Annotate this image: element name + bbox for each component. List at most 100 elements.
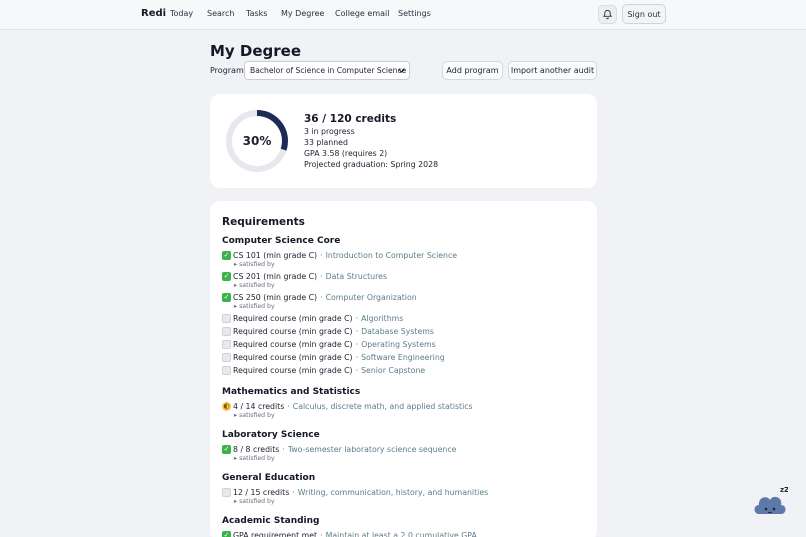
empty-checkbox-icon <box>222 366 231 375</box>
gpa-status: GPA 3.58 (requires 2) <box>304 149 388 158</box>
bell-icon <box>602 9 613 20</box>
requirement-row: ◐ 4 / 14 credits · Calculus, discrete math,… <box>222 402 473 411</box>
requirement-group-title: Computer Science Core <box>222 236 341 246</box>
requirement-code: Required course (min grade C) <box>233 340 353 349</box>
requirement-row: Required course (min grade C) · Operating … <box>222 340 436 349</box>
requirement-description: Senior Capstone <box>361 366 426 375</box>
requirement-code: CS 250 (min grade C) <box>233 293 318 302</box>
separator: · <box>355 366 359 375</box>
program-select[interactable]: Bachelor of Science in Computer Science <box>244 61 410 80</box>
page-title: My Degree <box>210 42 302 60</box>
requirement-group-title: Laboratory Science <box>222 430 320 440</box>
requirement-row: Required course (min grade C) · Software E… <box>222 353 445 362</box>
requirement-row: Required course (min grade C) · Database S… <box>222 327 434 336</box>
nav-search[interactable]: Search <box>207 9 234 18</box>
requirements-card: Requirements Computer Science Core ✓ CS 10… <box>210 201 597 537</box>
empty-checkbox-icon <box>222 340 231 349</box>
requirement-description: Introduction to Computer Science <box>325 251 458 260</box>
requirement-row: ✓ CS 201 (min grade C) · Data Structures <box>222 272 387 281</box>
nav-my-degree[interactable]: My Degree <box>281 9 324 18</box>
requirement-row: ✓ GPA requirement met · Maintain at least a… <box>222 531 477 537</box>
separator: · <box>320 531 323 537</box>
requirement-description: Maintain at least a 2.0 cumulative GPA <box>325 531 477 537</box>
sign-out-button[interactable]: Sign out <box>622 4 666 24</box>
separator: · <box>320 251 323 260</box>
satisfied-by-toggle[interactable]: ▸ satisfied by <box>234 412 275 419</box>
projected-graduation: Projected graduation: Spring 2028 <box>304 160 439 169</box>
satisfied-by-toggle[interactable]: ▸ satisfied by <box>234 498 275 505</box>
requirement-code: 12 / 15 credits <box>233 488 290 497</box>
empty-checkbox-icon <box>222 327 231 336</box>
requirement-code: Required course (min grade C) <box>233 366 353 375</box>
requirement-code: GPA requirement met <box>233 531 318 537</box>
requirement-description: Operating Systems <box>361 340 436 349</box>
requirement-description: Calculus, discrete math, and applied sta… <box>292 402 473 411</box>
separator: · <box>355 340 359 349</box>
separator: · <box>320 272 323 281</box>
program-select-value: Bachelor of Science in Computer Science <box>250 66 407 75</box>
requirement-code: 8 / 8 credits <box>233 445 280 454</box>
requirement-row: 12 / 15 credits · Writing, communication, … <box>222 488 488 497</box>
requirement-code: 4 / 14 credits <box>233 402 285 411</box>
nav-settings[interactable]: Settings <box>398 9 431 18</box>
import-audit-button[interactable]: Import another audit <box>508 61 597 80</box>
separator: · <box>355 327 359 336</box>
check-icon: ✓ <box>222 251 231 260</box>
requirement-group-title: General Education <box>222 473 316 483</box>
requirement-group-title: Mathematics and Statistics <box>222 387 361 397</box>
empty-checkbox-icon <box>222 314 231 323</box>
progress-percent: 30% <box>242 134 272 148</box>
requirement-description: Writing, communication, history, and hum… <box>297 488 489 497</box>
check-icon: ✓ <box>222 293 231 302</box>
requirement-code: Required course (min grade C) <box>233 353 353 362</box>
requirement-description: Two-semester laboratory science sequence <box>287 445 457 454</box>
requirement-row: Required course (min grade C) · Algorithms <box>222 314 403 323</box>
in-progress-count: 3 in progress <box>304 127 355 136</box>
requirement-code: CS 101 (min grade C) <box>233 251 318 260</box>
requirement-code: Required course (min grade C) <box>233 314 353 323</box>
requirements-title: Requirements <box>222 216 305 228</box>
requirement-row: ✓ CS 101 (min grade C) · Introduction to Co… <box>222 251 457 260</box>
nav-today[interactable]: Today <box>170 9 193 18</box>
partial-progress-icon: ◐ <box>222 402 231 411</box>
credits-total: 36 / 120 credits <box>304 113 397 125</box>
planned-count: 33 planned <box>304 138 348 147</box>
nav-college-email[interactable]: College email <box>335 9 389 18</box>
brand-logo[interactable]: Redi <box>141 8 166 19</box>
sleeping-cloud-icon[interactable]: zZ <box>752 484 788 518</box>
program-label: Program <box>210 66 244 75</box>
requirement-row: ✓ CS 250 (min grade C) · Computer Organizat… <box>222 293 417 302</box>
separator: · <box>292 488 295 497</box>
requirement-code: CS 201 (min grade C) <box>233 272 318 281</box>
separator: · <box>282 445 285 454</box>
check-icon: ✓ <box>222 272 231 281</box>
separator: · <box>355 314 359 323</box>
satisfied-by-toggle[interactable]: ▸ satisfied by <box>234 282 275 289</box>
requirement-description: Computer Organization <box>325 293 417 302</box>
requirement-row: Required course (min grade C) · Senior Cap… <box>222 366 425 375</box>
empty-checkbox-icon <box>222 488 231 497</box>
empty-checkbox-icon <box>222 353 231 362</box>
separator: · <box>287 402 290 411</box>
mascot-zz: zZ <box>780 486 788 494</box>
separator: · <box>320 293 323 302</box>
satisfied-by-toggle[interactable]: ▸ satisfied by <box>234 455 275 462</box>
separator: · <box>355 353 359 362</box>
requirement-group-title: Academic Standing <box>222 516 320 526</box>
check-icon: ✓ <box>222 531 231 537</box>
check-icon: ✓ <box>222 445 231 454</box>
add-program-button[interactable]: Add program <box>442 61 503 80</box>
requirement-description: Database Systems <box>361 327 434 336</box>
nav-tasks[interactable]: Tasks <box>246 9 267 18</box>
requirement-description: Algorithms <box>361 314 404 323</box>
satisfied-by-toggle[interactable]: ▸ satisfied by <box>234 303 275 310</box>
requirement-code: Required course (min grade C) <box>233 327 353 336</box>
notifications-button[interactable] <box>598 5 617 24</box>
requirement-description: Software Engineering <box>361 353 445 362</box>
top-nav: Redi Today Search Tasks My Degree Colleg… <box>0 0 806 30</box>
chevron-down-icon <box>398 68 405 73</box>
requirement-row: ✓ 8 / 8 credits · Two-semester laboratory s… <box>222 445 456 454</box>
progress-card: 30% 36 / 120 credits 3 in progress 33 pl… <box>210 94 597 188</box>
satisfied-by-toggle[interactable]: ▸ satisfied by <box>234 261 275 268</box>
requirement-description: Data Structures <box>325 272 388 281</box>
